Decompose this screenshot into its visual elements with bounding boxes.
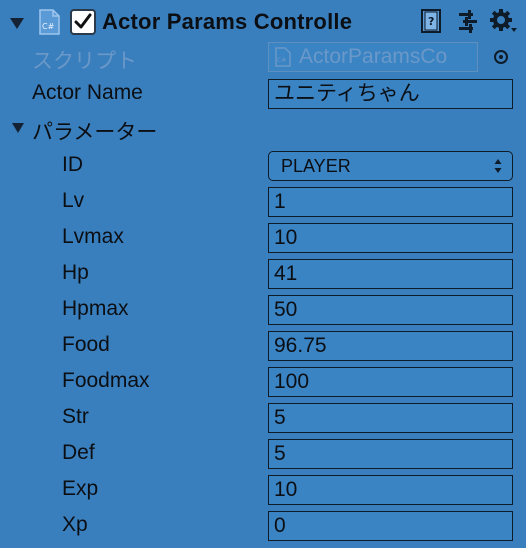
xp-label: Xp (62, 513, 88, 536)
popup-updown-icon (494, 159, 502, 173)
foldout-arrow-icon[interactable] (10, 18, 24, 29)
checkbox-check-icon (74, 13, 92, 29)
def-label: Def (62, 441, 95, 464)
params-section-label[interactable]: パラメーター (32, 116, 157, 146)
hpmax-label: Hpmax (62, 297, 129, 320)
cs-script-icon: C# (275, 47, 291, 67)
script-reference-value: ActorParamsCo (299, 45, 448, 68)
exp-label: Exp (62, 477, 99, 500)
component-title: Actor Params Controlle (102, 9, 353, 34)
lvmax-field[interactable]: 10 (268, 223, 513, 253)
xp-field[interactable]: 0 (268, 511, 513, 541)
enable-checkbox[interactable] (70, 9, 96, 35)
id-dropdown-value: PLAYER (281, 156, 351, 176)
foodmax-label: Foodmax (62, 369, 150, 392)
str-label: Str (62, 405, 89, 428)
actor-name-label: Actor Name (32, 81, 143, 104)
script-label: スクリプト (32, 50, 137, 73)
cs-script-icon: C# (39, 9, 60, 35)
id-dropdown[interactable]: PLAYER (268, 151, 513, 181)
svg-text:C#: C# (277, 57, 286, 64)
component-header: C# Actor Params Controlle ? (0, 0, 526, 44)
svg-text:C#: C# (42, 22, 55, 31)
actor-name-field[interactable]: ユニティちゃん (268, 79, 513, 109)
svg-text:?: ? (428, 15, 434, 28)
params-foldout-arrow-icon[interactable] (12, 123, 24, 133)
preset-sliders-icon[interactable] (457, 8, 479, 34)
food-label: Food (62, 333, 110, 356)
str-field[interactable]: 5 (268, 403, 513, 433)
food-field[interactable]: 96.75 (268, 331, 513, 361)
hp-field[interactable]: 41 (268, 259, 513, 289)
hpmax-field[interactable]: 50 (268, 295, 513, 325)
lv-field[interactable]: 1 (268, 187, 513, 217)
script-reference-field[interactable]: C# ActorParamsCo (268, 42, 478, 72)
lv-label: Lv (62, 189, 85, 212)
help-book-icon[interactable]: ? (420, 8, 444, 34)
hp-label: Hp (62, 261, 89, 284)
def-field[interactable]: 5 (268, 439, 513, 469)
foodmax-field[interactable]: 100 (268, 367, 513, 397)
object-picker-icon[interactable] (494, 50, 508, 64)
inspector-component-panel: C# Actor Params Controlle ? スクリプト C# Act… (0, 0, 526, 548)
lvmax-label: Lvmax (62, 225, 124, 248)
id-label: ID (62, 153, 83, 176)
gear-icon[interactable] (489, 8, 519, 36)
exp-field[interactable]: 10 (268, 475, 513, 505)
